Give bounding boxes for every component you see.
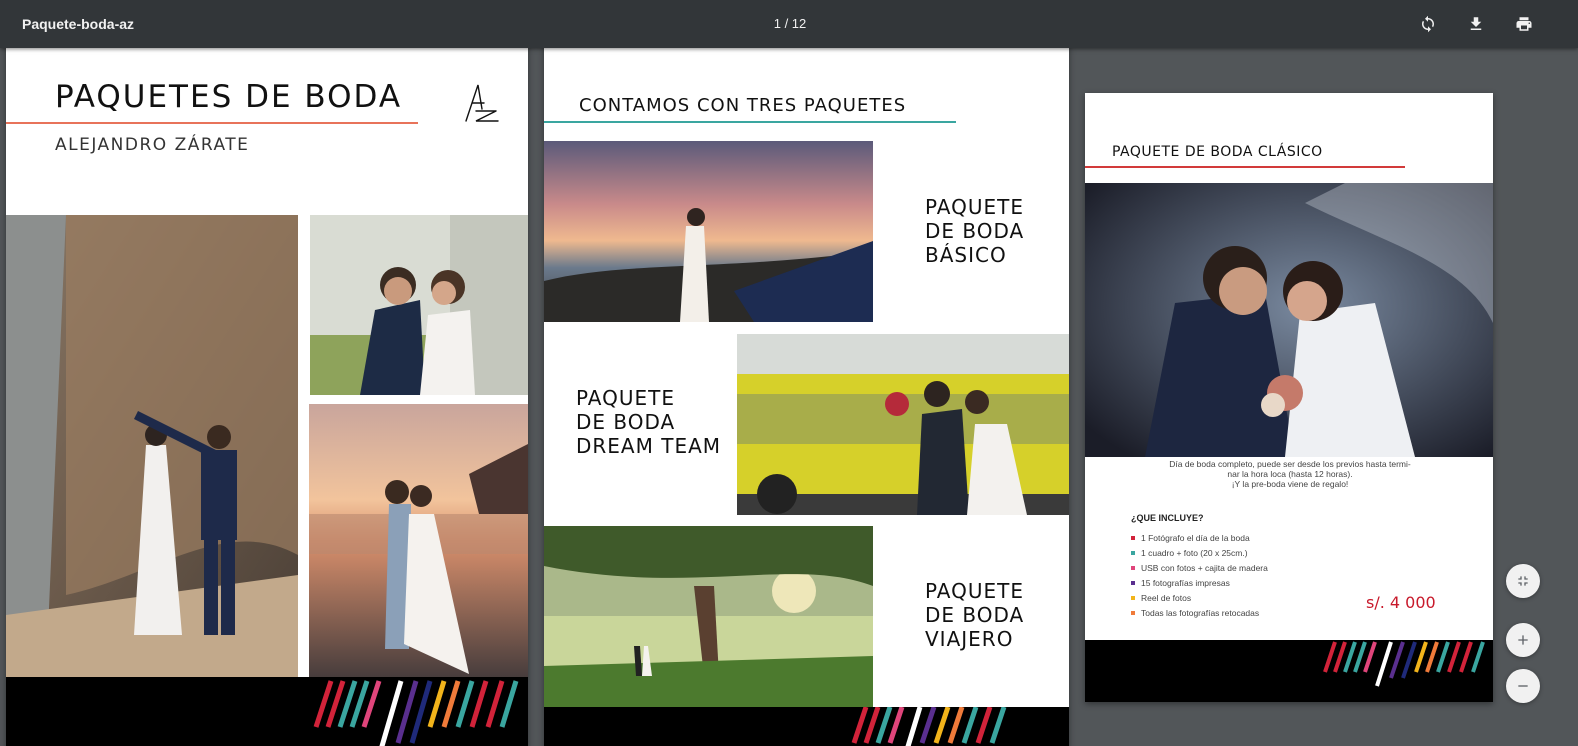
classic-footer-stripes bbox=[1085, 640, 1493, 702]
page-indicator: 1 / 12 bbox=[773, 16, 807, 31]
photo-package-dream-team bbox=[737, 334, 1069, 515]
fit-to-page-icon bbox=[1518, 576, 1528, 586]
cover-title: PAQUETES DE BODA bbox=[55, 79, 403, 115]
photo-couple-garden bbox=[310, 215, 528, 395]
cover-footer-stripes bbox=[6, 677, 528, 746]
az-logo bbox=[465, 84, 499, 122]
zoom-out-button[interactable] bbox=[1506, 669, 1540, 703]
pdf-page-1: PAQUETES DE BODA ALEJANDRO ZÁRATE bbox=[6, 43, 528, 746]
zoom-in-button[interactable] bbox=[1506, 623, 1540, 657]
list-item: 1 cuadro + foto (20 x 25cm.) bbox=[1131, 545, 1268, 560]
zoom-out-icon bbox=[1518, 685, 1528, 687]
photo-package-basico bbox=[544, 141, 873, 322]
package-label-dream-team: PAQUETE DE BODA DREAM TEAM bbox=[576, 386, 722, 458]
rotate-button[interactable] bbox=[1414, 10, 1442, 38]
print-button[interactable] bbox=[1510, 10, 1538, 38]
classic-package-title: PAQUETE DE BODA CLÁSICO bbox=[1112, 144, 1323, 160]
list-item: USB con fotos + cajita de madera bbox=[1131, 560, 1268, 575]
download-button[interactable] bbox=[1462, 10, 1490, 38]
photo-couple-cliff bbox=[6, 215, 298, 677]
package-label-basico: PAQUETE DE BODA BÁSICO bbox=[925, 195, 1025, 267]
classic-package-description: Día de boda completo, puede ser desde lo… bbox=[1169, 459, 1411, 489]
packages-underline bbox=[544, 121, 956, 123]
classic-package-underline bbox=[1085, 166, 1405, 168]
photo-couple-beach bbox=[309, 404, 528, 678]
packages-title: CONTAMOS CON TRES PAQUETES bbox=[579, 95, 907, 116]
photo-package-clasico bbox=[1085, 183, 1493, 457]
pdf-toolbar: Paquete-boda-az 1 / 12 bbox=[0, 0, 1578, 48]
download-icon bbox=[1470, 17, 1482, 30]
includes-list: 1 Fotógrafo el día de la boda 1 cuadro +… bbox=[1131, 530, 1268, 620]
list-item: 15 fotografías impresas bbox=[1131, 575, 1268, 590]
title-underline bbox=[6, 122, 418, 124]
list-item: Todas las fotografías retocadas bbox=[1131, 605, 1268, 620]
photo-package-viajero bbox=[544, 526, 873, 707]
zoom-in-icon bbox=[1518, 635, 1528, 645]
package-label-viajero: PAQUETE DE BODA VIAJERO bbox=[925, 579, 1025, 651]
rotate-icon bbox=[1422, 15, 1434, 33]
classic-package-price: s/. 4 000 bbox=[1366, 593, 1436, 612]
packages-footer-stripes bbox=[544, 707, 1069, 746]
fit-to-page-button[interactable] bbox=[1506, 564, 1540, 598]
list-item: 1 Fotógrafo el día de la boda bbox=[1131, 530, 1268, 545]
pdf-page-3: PAQUETE DE BODA CLÁSICO Día de boda comp… bbox=[1085, 93, 1493, 702]
cover-subtitle: ALEJANDRO ZÁRATE bbox=[55, 135, 250, 155]
pdf-page-2: CONTAMOS CON TRES PAQUETES PAQUETE DE BO… bbox=[544, 43, 1069, 746]
list-item: Reel de fotos bbox=[1131, 590, 1268, 605]
document-title: Paquete-boda-az bbox=[22, 16, 135, 32]
print-icon bbox=[1516, 17, 1532, 31]
includes-heading: ¿QUE INCLUYE? bbox=[1131, 513, 1204, 523]
